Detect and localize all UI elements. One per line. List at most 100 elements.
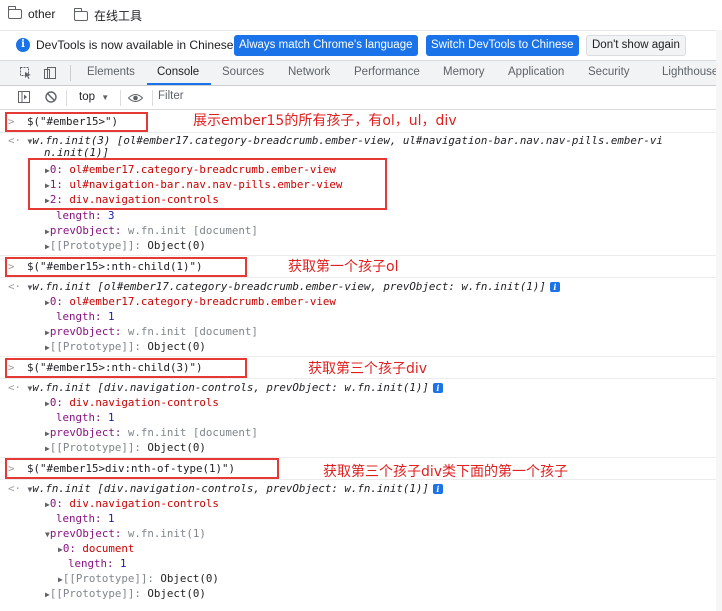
prop-value: 1: [108, 512, 115, 525]
filter-input[interactable]: Filter: [158, 90, 718, 106]
prop-value: 1: [120, 557, 127, 570]
result-arrow-icon: <·: [8, 134, 22, 147]
result-summary: w.fn.init [div.navigation-controls, prev…: [32, 482, 429, 495]
context-selector[interactable]: top ▼: [79, 91, 109, 103]
length-property: length: 3: [56, 208, 115, 223]
sidebar-toggle-icon[interactable]: [18, 91, 30, 103]
divider: [0, 378, 722, 379]
prop-key: [[Prototype]]:: [49, 239, 141, 252]
tab-elements[interactable]: Elements: [87, 66, 135, 78]
annotation-text: 获取第三个孩子div: [308, 361, 428, 377]
prop-value: w.fn.init [document]: [127, 325, 258, 338]
prop-value: w.fn.init(1): [127, 527, 206, 540]
highlight-box: [5, 358, 247, 378]
prop-key: prevObject:: [49, 527, 122, 540]
prototype-property[interactable]: ▶[[Prototype]]: Object(0): [58, 571, 219, 587]
item-key: 0:: [49, 497, 63, 510]
console-toolbar: top ▼ Filter: [0, 86, 722, 110]
item-value: div.navigation-controls: [69, 497, 219, 510]
switch-to-chinese-button[interactable]: Switch DevTools to Chinese: [426, 35, 579, 56]
prop-value: 1: [108, 411, 115, 424]
result-summary: w.fn.init [ol#ember17.category-breadcrum…: [32, 280, 546, 293]
tab-memory[interactable]: Memory: [443, 66, 485, 78]
prop-value: Object(0): [147, 340, 206, 353]
language-infobar: i DevTools is now available in Chinese! …: [0, 30, 722, 61]
clear-console-icon[interactable]: [45, 91, 57, 103]
prop-value: Object(0): [147, 441, 206, 454]
bookmark-online-tools[interactable]: 在线工具: [74, 7, 142, 24]
info-icon[interactable]: i: [432, 484, 443, 494]
prev-object-property[interactable]: ▶prevObject: w.fn.init [document]: [45, 223, 258, 239]
prop-key: length:: [68, 557, 114, 570]
divider: [0, 479, 722, 480]
console-output: > $("#ember15>") 展示ember15的所有孩子，有ol，ul，d…: [0, 110, 722, 611]
annotation-text: 获取第一个孩子ol: [288, 259, 399, 275]
tab-performance[interactable]: Performance: [354, 66, 420, 78]
length-property: length: 1: [56, 410, 115, 425]
divider: [0, 356, 722, 357]
tab-sources[interactable]: Sources: [222, 66, 264, 78]
result-arrow-icon: <·: [8, 381, 22, 394]
result-item[interactable]: ▶0: ol#ember17.category-breadcrumb.ember…: [45, 294, 336, 310]
result-header[interactable]: <· ▼w.fn.init [div.navigation-controls, …: [8, 481, 443, 497]
item-value: ol#ember17.category-breadcrumb.ember-vie…: [69, 295, 336, 308]
prop-value: w.fn.init [document]: [127, 426, 258, 439]
tab-network[interactable]: Network: [288, 66, 330, 78]
folder-icon: [74, 7, 88, 21]
folder-icon: [8, 6, 22, 19]
item-key: 0:: [49, 396, 63, 409]
prop-value: Object(0): [147, 587, 206, 600]
info-icon[interactable]: i: [549, 282, 560, 292]
tab-lighthouse[interactable]: Lighthouse: [662, 66, 718, 78]
prop-value: Object(0): [160, 572, 219, 585]
divider: [120, 90, 121, 106]
prev-object-property[interactable]: ▶prevObject: w.fn.init [document]: [45, 324, 258, 340]
prototype-property[interactable]: ▶[[Prototype]]: Object(0): [45, 586, 206, 602]
eye-icon[interactable]: [128, 92, 143, 104]
tab-application[interactable]: Application: [508, 66, 564, 78]
result-summary: w.fn.init(3) [ol#ember17.category-breadc…: [32, 134, 663, 147]
highlight-box: [28, 158, 387, 210]
dropdown-arrow-icon: ▼: [101, 93, 110, 102]
prev-object-property[interactable]: ▶prevObject: w.fn.init [document]: [45, 425, 258, 441]
result-header[interactable]: <· ▼w.fn.init [div.navigation-controls, …: [8, 380, 443, 396]
info-icon[interactable]: i: [432, 383, 443, 393]
prop-key: [[Prototype]]:: [49, 441, 141, 454]
item-value: div.navigation-controls: [69, 396, 219, 409]
bookmarks-bar: other 在线工具: [0, 0, 722, 30]
result-item[interactable]: ▶0: document: [58, 541, 134, 557]
result-header[interactable]: <· ▼w.fn.init [ol#ember17.category-bread…: [8, 279, 560, 295]
prop-value: 3: [108, 209, 115, 222]
prop-key: prevObject:: [49, 325, 122, 338]
prev-object-property[interactable]: ▼prevObject: w.fn.init(1): [45, 526, 206, 542]
prototype-property[interactable]: ▶[[Prototype]]: Object(0): [45, 339, 206, 355]
prop-key: prevObject:: [49, 426, 122, 439]
length-property: length: 1: [68, 556, 127, 571]
device-toolbar-icon[interactable]: [44, 67, 56, 79]
dont-show-again-button[interactable]: Don't show again: [586, 35, 686, 56]
context-label: top: [79, 91, 95, 103]
scrollbar[interactable]: [716, 30, 722, 611]
prop-key: [[Prototype]]:: [49, 340, 141, 353]
prototype-property[interactable]: ▶[[Prototype]]: Object(0): [45, 238, 206, 254]
result-item[interactable]: ▶0: div.navigation-controls: [45, 496, 219, 512]
tab-security[interactable]: Security: [588, 66, 630, 78]
prop-value: Object(0): [147, 239, 206, 252]
result-item[interactable]: ▶0: div.navigation-controls: [45, 395, 219, 411]
bookmark-label: 在线工具: [94, 9, 143, 23]
info-icon: i: [16, 38, 30, 52]
prop-key: [[Prototype]]:: [49, 587, 141, 600]
prop-key: length:: [56, 209, 102, 222]
divider: [0, 277, 722, 278]
annotation-text: 展示ember15的所有孩子，有ol，ul，div: [193, 113, 457, 129]
result-arrow-icon: <·: [8, 482, 22, 495]
item-value: document: [82, 542, 135, 555]
inspect-element-icon[interactable]: [20, 67, 32, 79]
tab-console[interactable]: Console: [157, 66, 199, 78]
prototype-property[interactable]: ▶[[Prototype]]: Object(0): [45, 440, 206, 456]
bookmark-other[interactable]: other: [8, 6, 55, 21]
divider: [152, 90, 153, 106]
always-match-language-button[interactable]: Always match Chrome's language: [234, 35, 418, 56]
divider: [66, 90, 67, 106]
prop-value: w.fn.init [document]: [127, 224, 258, 237]
